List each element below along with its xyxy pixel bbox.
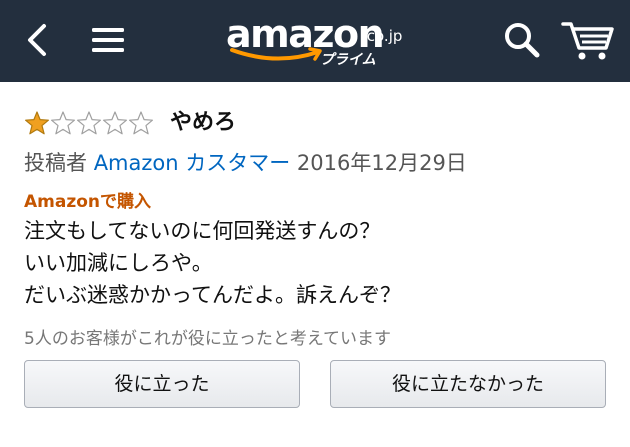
back-button[interactable] [22,20,54,60]
review-date: 2016年12月29日 [296,151,467,175]
logo-domain: .co.jp [362,27,403,45]
top-navigation-bar: amazon .co.jp プライム [0,0,630,82]
search-icon [505,23,540,58]
cart-button[interactable] [560,16,616,64]
review-body-line: だいぶ迷惑かかってんだよ。訴えんぞ？ [24,283,401,307]
helpful-button[interactable]: 役に立った [24,360,300,408]
verified-purchase-badge: Amazonで購入 [24,192,152,212]
helpful-count: 5人のお客様がこれが役に立ったと考えています [24,329,391,349]
smile-arrow-icon [230,47,322,61]
review-body-line: いい加減にしろや。 [24,251,213,275]
byline-prefix: 投稿者 [24,151,87,175]
star-empty-icon [51,111,75,135]
logo-prime-label: プライム [320,52,376,68]
chevron-left-icon [28,24,46,56]
star-empty-icon [103,111,127,135]
not-helpful-button[interactable]: 役に立たなかった [330,360,606,408]
review-byline: 投稿者 Amazon カスタマー 2016年12月29日 [24,148,467,178]
review-body: 注文もしてないのに何回発送すんの？ いい加減にしろや。 だいぶ迷惑かかってんだよ… [24,215,401,311]
star-empty-icon [77,111,101,135]
customer-review: やめろ 投稿者 Amazon カスタマー 2016年12月29日 Amazonで… [0,82,630,447]
star-filled-icon [25,111,49,135]
review-title: やめろ [170,110,237,135]
star-empty-icon [129,111,153,135]
menu-button[interactable] [88,20,128,60]
author-link[interactable]: Amazon カスタマー [94,151,291,175]
star-rating [24,110,154,136]
review-body-line: 注文もしてないのに何回発送すんの？ [24,219,381,243]
hamburger-menu-icon [92,28,124,52]
search-button[interactable] [500,18,544,62]
cart-icon [561,22,614,60]
amazon-prime-logo[interactable]: amazon .co.jp プライム [226,12,406,72]
